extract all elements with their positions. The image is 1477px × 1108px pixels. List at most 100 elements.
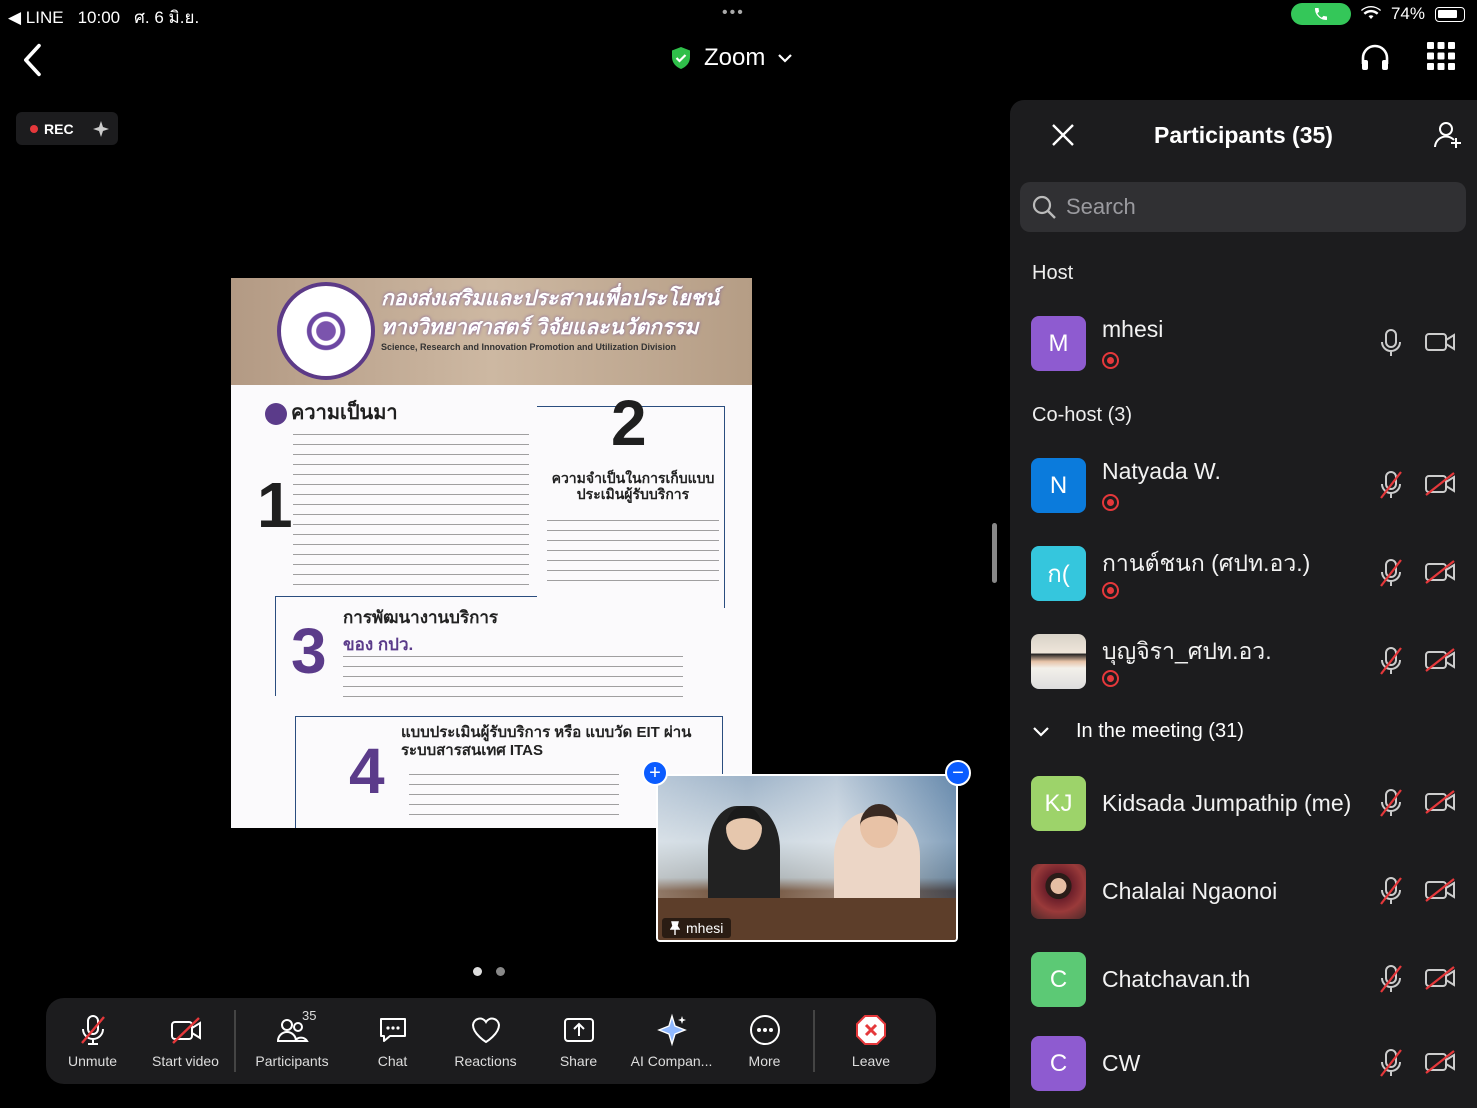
- recording-status-icon: [1102, 494, 1119, 511]
- ai-companion-label: AI Compan...: [630, 1053, 713, 1069]
- pin-icon: [670, 921, 680, 935]
- add-user-icon: [1434, 122, 1461, 148]
- start-video-label: Start video: [152, 1053, 219, 1069]
- video-tile-minimize-button[interactable]: −: [945, 760, 971, 786]
- grid-menu-icon[interactable]: [1427, 42, 1455, 70]
- participant-name: CW: [1102, 1050, 1141, 1076]
- unmute-button[interactable]: Unmute: [46, 998, 139, 1084]
- video-tile-name: mhesi: [662, 918, 732, 938]
- leave-label: Leave: [851, 1053, 891, 1069]
- participant-row[interactable]: C CW: [1010, 1020, 1477, 1108]
- floating-video-tile[interactable]: mhesi: [656, 774, 958, 942]
- shared-screen[interactable]: กองส่งเสริมและประสานเพื่อประโยชน์ ทางวิท…: [231, 278, 752, 828]
- participant-name: mhesi: [1102, 316, 1164, 342]
- recording-label: REC: [44, 120, 74, 137]
- headphones-icon[interactable]: [1359, 42, 1391, 72]
- section-4-body: [409, 768, 619, 818]
- participants-panel: Participants (35) Search Host M mhesi Co…: [1010, 100, 1477, 1108]
- status-bar: ◀ LINE 10:00 ศ. 6 มิ.ย. ••• 74%: [0, 0, 1477, 28]
- plus-icon: +: [649, 762, 661, 784]
- multitasking-dots-icon[interactable]: •••: [722, 4, 745, 22]
- back-to-app-link[interactable]: ◀ LINE: [8, 8, 64, 28]
- mic-muted-icon: [1380, 965, 1402, 993]
- unmute-label: Unmute: [67, 1053, 118, 1069]
- participants-label: Participants: [255, 1053, 329, 1069]
- mic-muted-icon: [1380, 647, 1402, 675]
- video-tile-expand-button[interactable]: +: [642, 760, 668, 786]
- phone-icon: [1314, 8, 1327, 20]
- ministry-seal-logo: [277, 282, 375, 380]
- mic-on-icon: [1381, 329, 1401, 356]
- split-view-handle[interactable]: [992, 523, 997, 583]
- recording-status-icon: [1102, 352, 1119, 369]
- section-number-2: 2: [611, 387, 647, 459]
- meeting-title: Zoom: [704, 44, 766, 71]
- share-label: Share: [559, 1053, 598, 1069]
- participant-name: Chatchavan.th: [1102, 966, 1251, 992]
- participant-name: Natyada W.: [1102, 458, 1221, 484]
- participant-row[interactable]: N Natyada W.: [1010, 442, 1477, 530]
- recording-status-icon: [1102, 670, 1119, 687]
- chat-button[interactable]: Chat: [346, 998, 439, 1084]
- invite-button[interactable]: [1433, 120, 1463, 155]
- start-video-button[interactable]: Start video: [139, 998, 232, 1084]
- chat-bubble-icon: [379, 1018, 406, 1042]
- participant-search-input[interactable]: Search: [1020, 182, 1466, 232]
- recording-indicator[interactable]: REC: [16, 112, 118, 145]
- meeting-title-button[interactable]: Zoom: [670, 44, 793, 72]
- section-3-title-line1: การพัฒนางานบริการ: [343, 608, 499, 627]
- shield-check-icon: [672, 47, 690, 69]
- section-2-title: ความจำเป็นในการเก็บแบบประเมินผู้รับบริกา…: [551, 470, 715, 502]
- mic-muted-icon: [1380, 471, 1402, 499]
- meeting-toolbar: Unmute Start video 35 Participants Chat …: [46, 998, 936, 1084]
- participant-name: Kidsada Jumpathip (me): [1102, 790, 1352, 816]
- ai-companion-button[interactable]: AI Compan...: [625, 998, 718, 1084]
- section-background: ความเป็นมา: [265, 396, 398, 428]
- avatar: M: [1031, 316, 1086, 371]
- heart-icon: [471, 1017, 500, 1044]
- sparkle-icon: [92, 120, 109, 137]
- toolbar-divider: [234, 1010, 236, 1072]
- participant-row-host[interactable]: M mhesi: [1010, 300, 1477, 388]
- toolbar-divider: [813, 1010, 815, 1072]
- participant-row[interactable]: C Chatchavan.th: [1010, 936, 1477, 1024]
- minus-icon: −: [952, 762, 964, 784]
- page-dot-2[interactable]: [496, 967, 505, 976]
- top-bar: Zoom: [0, 28, 1477, 100]
- page-dot-1[interactable]: [473, 967, 482, 976]
- in-meeting-section-toggle[interactable]: In the meeting (31): [1032, 720, 1244, 743]
- participants-count-badge: 35: [302, 1008, 317, 1023]
- section-background-title: ความเป็นมา: [291, 402, 398, 424]
- cohost-section-header: Co-host (3): [1032, 404, 1133, 426]
- participant-row[interactable]: Chalalai Ngaonoi: [1010, 848, 1477, 936]
- leave-button[interactable]: Leave: [817, 998, 925, 1084]
- mic-muted-icon: [1380, 789, 1402, 817]
- more-label: More: [748, 1053, 781, 1069]
- active-call-indicator[interactable]: [1290, 3, 1351, 25]
- battery-percent: 74%: [1390, 4, 1425, 23]
- more-button[interactable]: More: [718, 998, 811, 1084]
- wifi-icon: [1360, 6, 1381, 19]
- share-screen-icon: [563, 1018, 594, 1042]
- page-indicator[interactable]: [473, 967, 505, 976]
- avatar: C: [1031, 952, 1086, 1007]
- section-2-body: [547, 514, 719, 584]
- participant-name: กานต์ชนก (ศปท.อว.): [1102, 550, 1311, 576]
- host-section-header: Host: [1032, 262, 1074, 284]
- section-4-title: แบบประเมินผู้รับบริการ หรือ แบบวัด EIT ผ…: [401, 724, 692, 759]
- back-button[interactable]: [18, 42, 48, 83]
- share-button[interactable]: Share: [532, 998, 625, 1084]
- participant-name: Chalalai Ngaonoi: [1102, 878, 1278, 904]
- reactions-button[interactable]: Reactions: [439, 998, 532, 1084]
- participant-row-self[interactable]: KJ Kidsada Jumpathip (me): [1010, 760, 1477, 848]
- participant-row[interactable]: ก( กานต์ชนก (ศปท.อว.): [1010, 530, 1477, 618]
- reactions-label: Reactions: [454, 1053, 517, 1069]
- recording-status-icon: [1102, 582, 1119, 599]
- in-meeting-section-header: In the meeting (31): [1076, 720, 1244, 742]
- participants-button[interactable]: 35 Participants: [238, 998, 346, 1084]
- participant-row[interactable]: บุญจิรา_ศปท.อว.: [1010, 618, 1477, 706]
- mic-muted-icon: [1380, 877, 1402, 905]
- avatar: N: [1031, 458, 1086, 513]
- chevron-down-icon: [1033, 726, 1049, 737]
- video-off-icon: [170, 1017, 201, 1044]
